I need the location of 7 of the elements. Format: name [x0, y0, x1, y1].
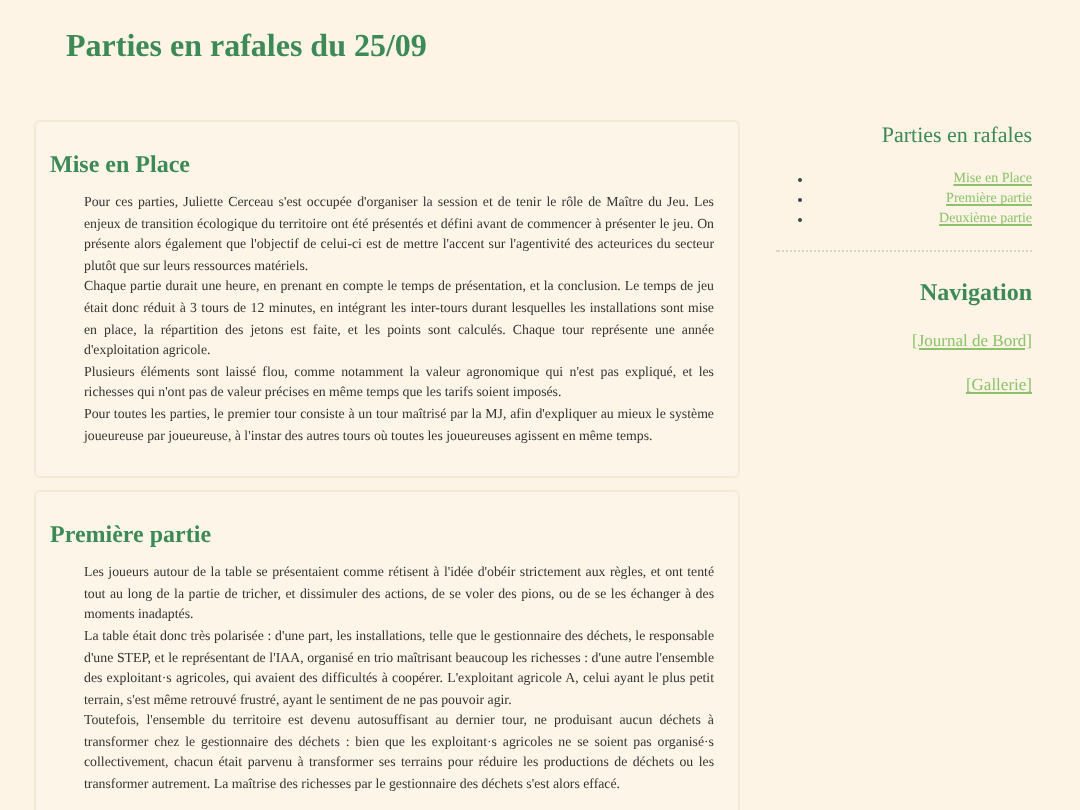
- section-heading: Mise en Place: [50, 148, 192, 182]
- sidebar-heading: Parties en rafales: [881, 122, 1032, 152]
- nav-link[interactable]: [Journal de Bord]: [912, 327, 1032, 353]
- section-heading: Première partie: [50, 518, 214, 553]
- page-title: Parties en rafales du 25/09: [66, 28, 427, 68]
- nav-link[interactable]: [Gallerie]: [965, 372, 1032, 398]
- sidebar-heading: Navigation: [919, 275, 1032, 309]
